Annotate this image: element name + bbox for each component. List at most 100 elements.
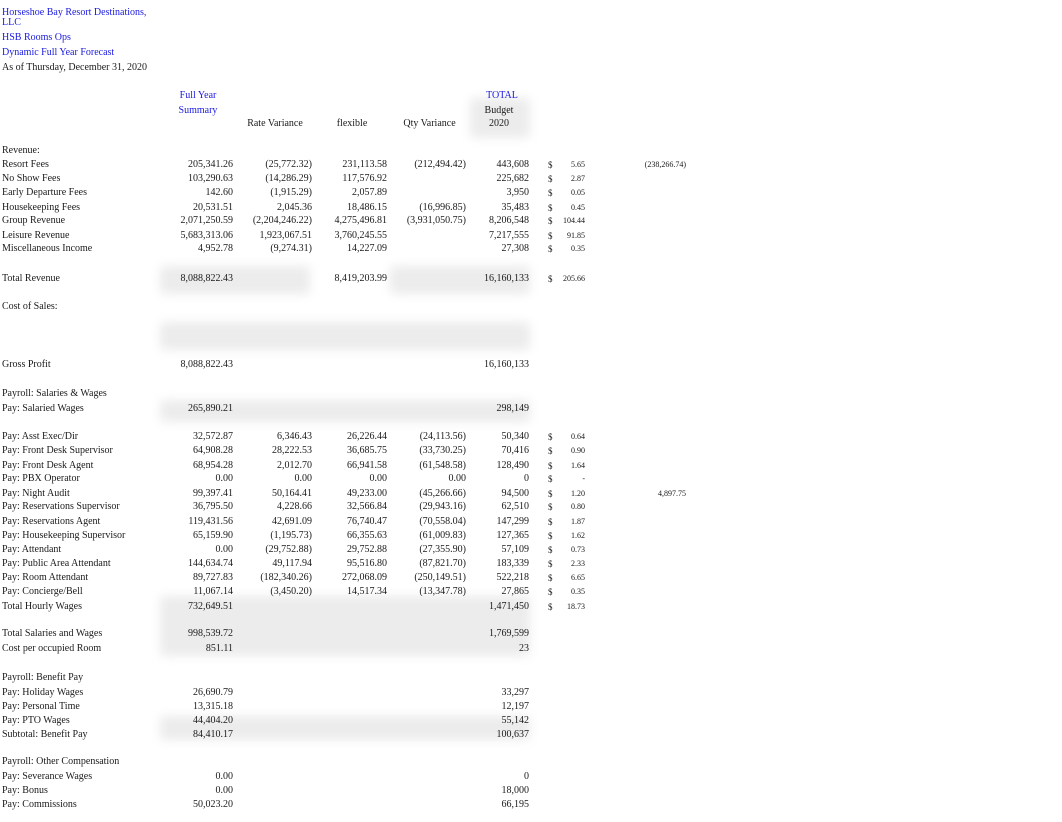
section-header: Revenue: (0, 144, 720, 158)
full-year-value: 0.00 (215, 771, 234, 782)
flexible-value: 231,113.58 (342, 159, 387, 170)
table-row: Pay: Asst Exec/Dir 32,572.87 6,346.43 26,22… (0, 430, 720, 444)
budget-value: 23 (519, 643, 529, 654)
currency-symbol: $ (548, 188, 553, 198)
row-label: Payroll: Other Compensation (2, 756, 120, 767)
flexible-value: 2,057.89 (352, 187, 387, 198)
report-title: Dynamic Full Year Forecast (2, 47, 115, 58)
section-header: Cost of Sales: (0, 300, 720, 314)
table-row: Resort Fees 205,341.26 (25,772.32) 231,113.… (0, 158, 720, 172)
col-header-budget-year: 2020 (489, 118, 509, 129)
row-label: Pay: Concierge/Bell (2, 586, 83, 597)
rate-variance-value: 2,012.70 (277, 460, 312, 471)
budget-value: 55,142 (501, 715, 530, 726)
table-row: Pay: Holiday Wages 26,690.79 33,297 (0, 686, 720, 700)
qty-variance-value: (61,009.83) (419, 530, 466, 541)
currency-symbol: $ (548, 274, 553, 284)
currency-symbol: $ (548, 531, 553, 541)
row-label: Payroll: Benefit Pay (2, 672, 84, 683)
per-room-value: 91.85 (567, 231, 585, 240)
rate-variance-value: (14,286.29) (265, 173, 312, 184)
row-label: Cost of Sales: (2, 301, 58, 312)
rate-variance-value: (1,915.29) (270, 187, 312, 198)
per-room-value: 0.35 (571, 244, 585, 253)
full-year-value: 26,690.79 (193, 687, 233, 698)
per-room-value: 1.87 (571, 517, 585, 526)
table-row: Pay: Attendant 0.00 (29,752.88) 29,752.88 (2… (0, 543, 720, 557)
full-year-value: 0.00 (215, 473, 234, 484)
flexible-value: 0.00 (369, 473, 388, 484)
row-label: Pay: Attendant (2, 544, 62, 555)
currency-symbol: $ (548, 231, 553, 241)
table-row: Pay: Public Area Attendant 144,634.74 49,1… (0, 557, 720, 571)
qty-variance-value: (16,996.85) (419, 202, 466, 213)
col-header-full-year: Full Year (179, 90, 217, 101)
row-label: Cost per occupied Room (2, 643, 102, 654)
row-label: Subtotal: Benefit Pay (2, 729, 88, 740)
table-row: Pay: PBX Operator 0.00 0.00 0.00 0.00 0 $ - (0, 472, 720, 486)
row-label: Pay: Night Audit (2, 488, 70, 499)
extra-value: (238,266.74) (644, 160, 686, 169)
row-label: Resort Fees (2, 159, 49, 170)
per-room-value: 0.73 (571, 545, 585, 554)
row-label: Pay: Room Attendant (2, 572, 89, 583)
flexible-value: 36,685.75 (347, 445, 387, 456)
table-row: Pay: Personal Time 13,315.18 12,197 (0, 700, 720, 714)
per-room-value: - (582, 474, 585, 483)
full-year-value: 50,023.20 (193, 799, 233, 810)
section-header: Payroll: Other Compensation (0, 755, 720, 769)
budget-value: 16,160,133 (484, 273, 529, 284)
rate-variance-value: 50,164.41 (272, 488, 312, 499)
row-label: Total Revenue (2, 273, 60, 284)
full-year-value: 103,290.63 (188, 173, 233, 184)
budget-value: 27,308 (501, 243, 530, 254)
rate-variance-value: (29,752.88) (265, 544, 312, 555)
shade-cost-of-sales (160, 322, 530, 350)
budget-value: 33,297 (501, 687, 530, 698)
table-row: Early Departure Fees 142.60 (1,915.29) 2,05… (0, 186, 720, 200)
flexible-value: 29,752.88 (347, 544, 387, 555)
per-room-value: 104.44 (563, 216, 585, 225)
flexible-value: 3,760,245.55 (334, 230, 388, 241)
row-label: Pay: PBX Operator (2, 473, 80, 484)
qty-variance-value: (29,943.16) (419, 501, 466, 512)
row-label: Housekeeping Fees (2, 202, 81, 213)
row-label: Pay: Reservations Supervisor (2, 501, 120, 512)
full-year-value: 2,071,250.59 (180, 215, 234, 226)
row-label: Early Departure Fees (2, 187, 87, 198)
budget-value: 1,471,450 (489, 601, 529, 612)
col-header-summary: Summary (178, 105, 218, 116)
section-header: Payroll: Salaries & Wages (0, 387, 720, 401)
flexible-value: 272,068.09 (342, 572, 387, 583)
full-year-value: 0.00 (215, 544, 234, 555)
table-row: Pay: Night Audit 99,397.41 50,164.41 49,233… (0, 487, 720, 501)
currency-symbol: $ (548, 461, 553, 471)
budget-value: 0 (524, 771, 529, 782)
currency-symbol: $ (548, 446, 553, 456)
row-label: Pay: Housekeeping Supervisor (2, 530, 126, 541)
full-year-value: 84,410.17 (193, 729, 233, 740)
full-year-value: 20,531.51 (193, 202, 233, 213)
full-year-value: 119,431.56 (188, 516, 233, 527)
department-name: HSB Rooms Ops (2, 32, 71, 43)
qty-variance-value: (250,149.51) (414, 572, 466, 583)
currency-symbol: $ (548, 559, 553, 569)
per-room-value: 1.20 (571, 489, 585, 498)
flexible-value: 8,419,203.99 (334, 273, 388, 284)
budget-value: 147,299 (496, 516, 530, 527)
flexible-value: 117,576.92 (342, 173, 387, 184)
table-row: Pay: Severance Wages 0.00 0 (0, 770, 720, 784)
company-name-line2: LLC (2, 17, 21, 28)
qty-variance-value: (212,494.42) (414, 159, 466, 170)
budget-value: 62,510 (501, 501, 530, 512)
per-room-value: 0.45 (571, 203, 585, 212)
table-row: Pay: PTO Wages 44,404.20 55,142 (0, 714, 720, 728)
table-row: Miscellaneous Income 4,952.78 (9,274.31) 14… (0, 242, 720, 256)
table-row: Leisure Revenue 5,683,313.06 1,923,067.51 3… (0, 229, 720, 243)
budget-value: 66,195 (501, 799, 530, 810)
qty-variance-value: (33,730.25) (419, 445, 466, 456)
row-label: Pay: PTO Wages (2, 715, 70, 726)
full-year-value: 5,683,313.06 (180, 230, 234, 241)
table-row: Pay: Reservations Agent 119,431.56 42,691.… (0, 515, 720, 529)
row-label: Miscellaneous Income (2, 243, 93, 254)
